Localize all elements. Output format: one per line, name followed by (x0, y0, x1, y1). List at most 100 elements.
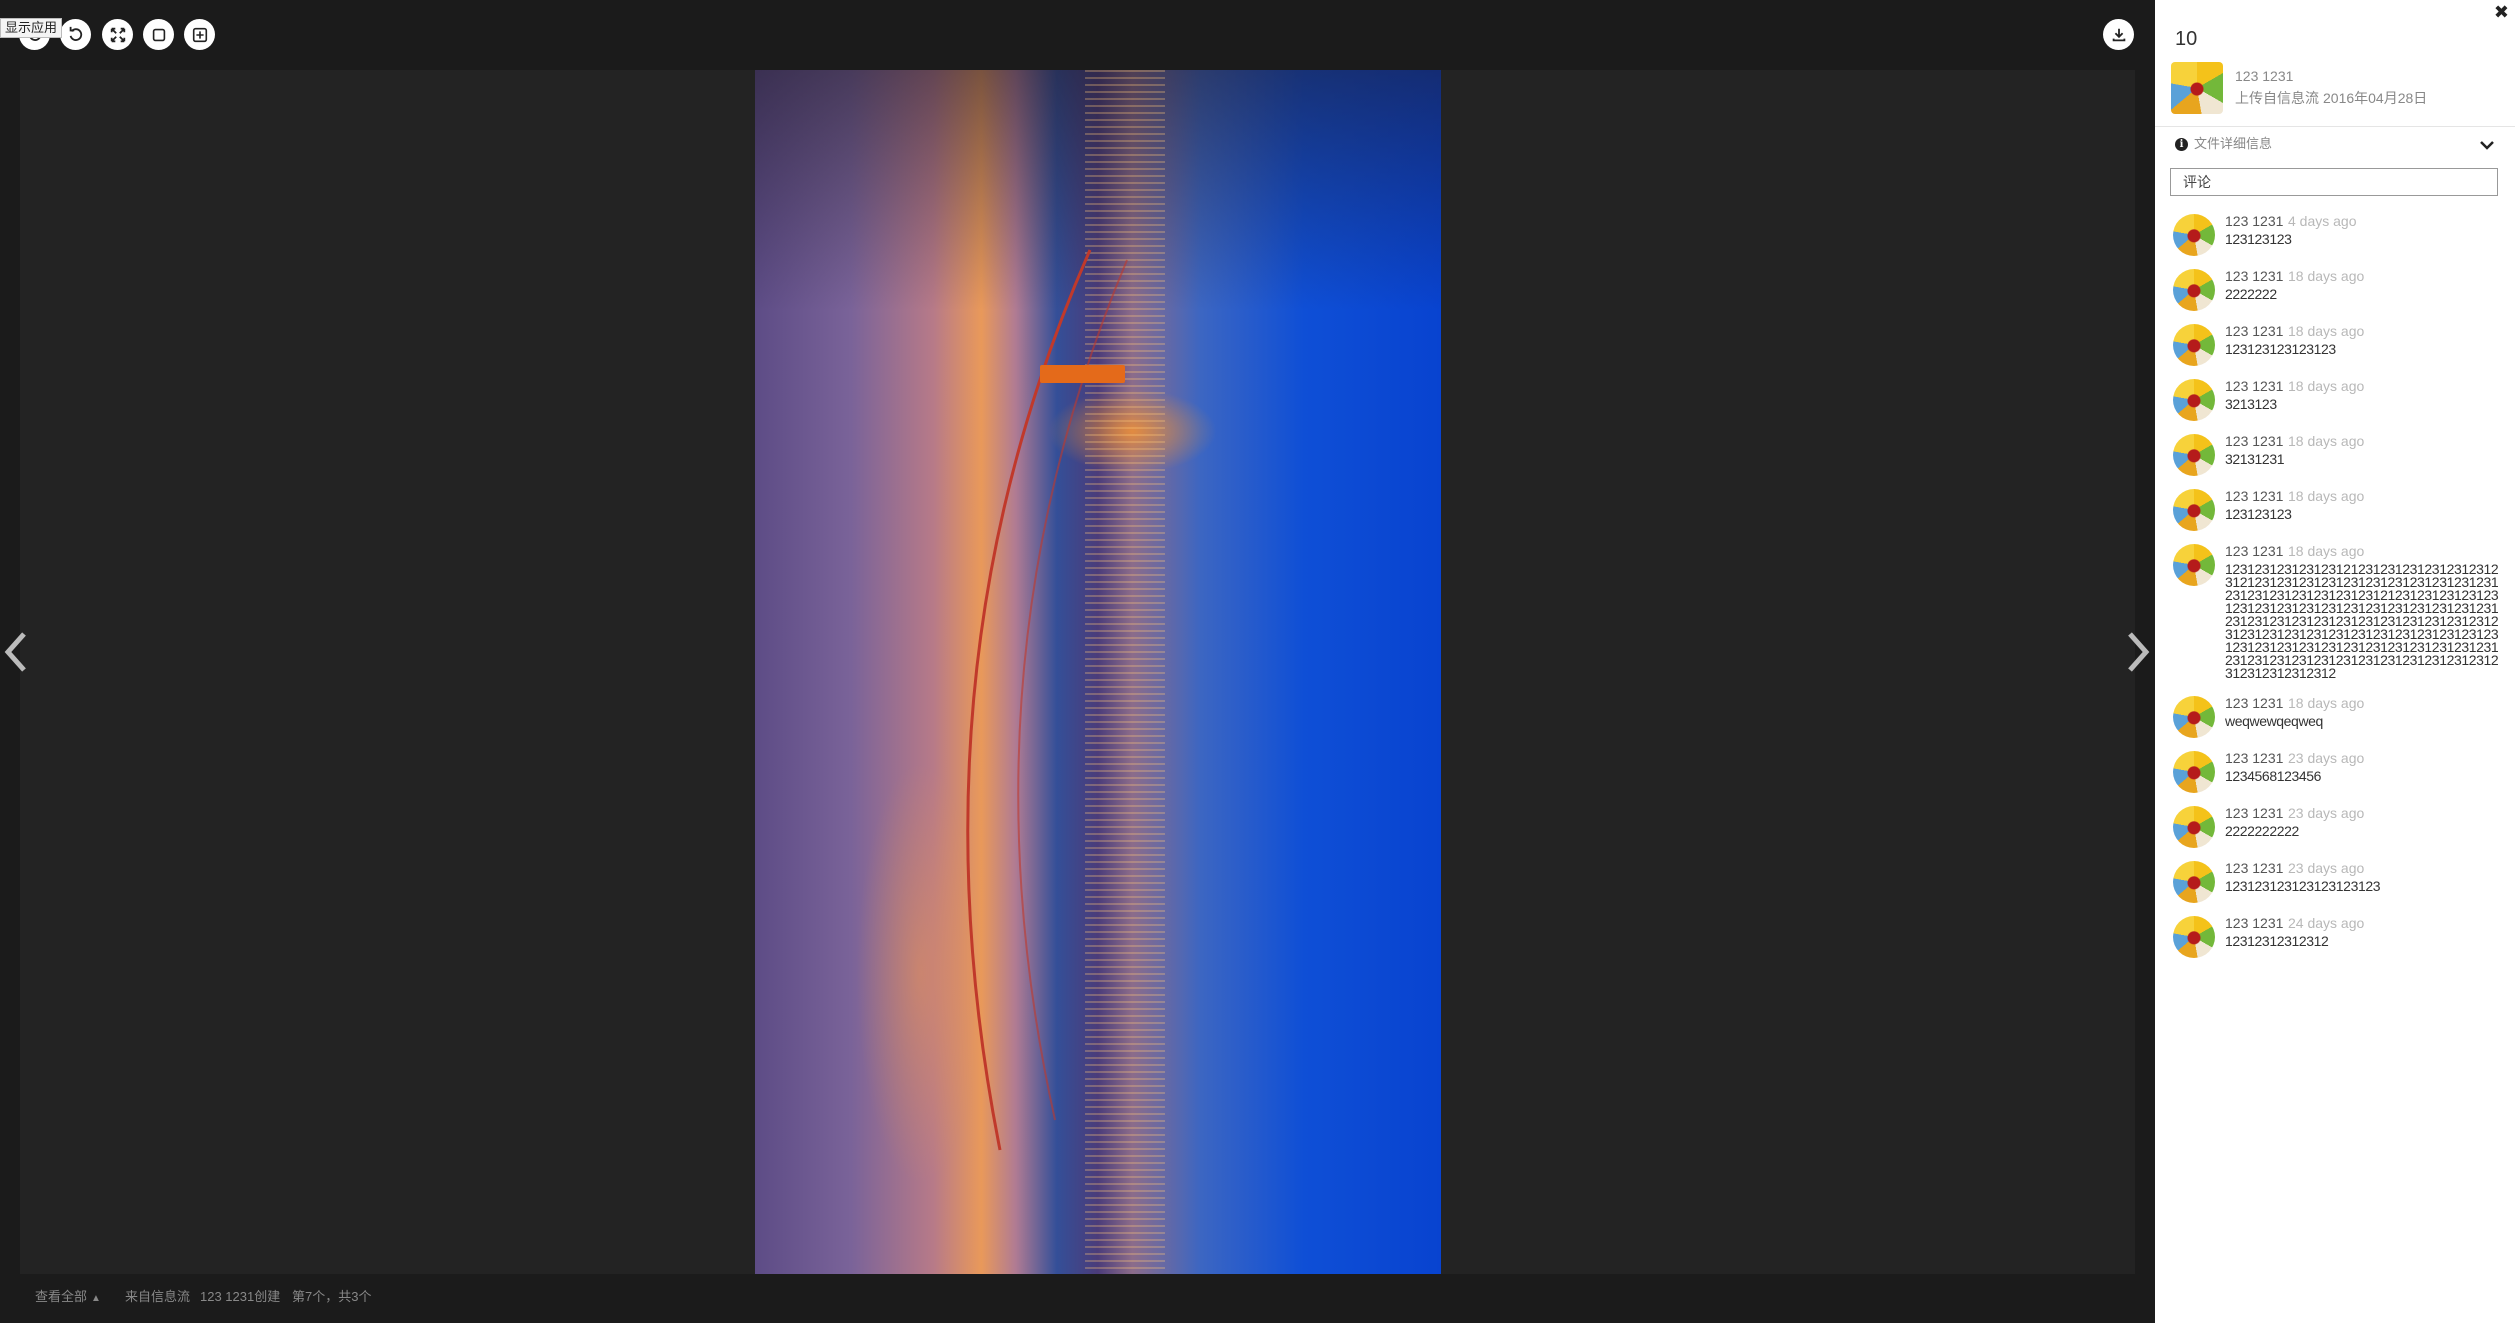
commenter-avatar[interactable] (2173, 379, 2215, 421)
download-icon (2112, 28, 2125, 41)
rotate-icon (69, 26, 82, 41)
commenter-avatar[interactable] (2173, 269, 2215, 311)
divider (2155, 126, 2515, 127)
comment-item: 123 1231 18 days ago weqwewqeqweq (2155, 692, 2515, 747)
comment-item: 123 1231 18 days ago 123123123123123121231… (2155, 540, 2515, 692)
close-icon: ✖ (2493, 2, 2509, 22)
original-size-button[interactable] (143, 19, 174, 50)
comment-text: 12312312312312 (2225, 933, 2329, 949)
commenter-avatar[interactable] (2173, 806, 2215, 848)
commenter-avatar[interactable] (2173, 214, 2215, 256)
square-icon (152, 28, 165, 41)
commenter-avatar[interactable] (2173, 751, 2215, 793)
main-photo[interactable] (755, 70, 1441, 1274)
upload-date: 2016年04月28日 (2323, 90, 2428, 106)
comment-time: 23 days ago (2288, 860, 2365, 876)
commenter-avatar[interactable] (2173, 861, 2215, 903)
commenter-avatar[interactable] (2173, 544, 2215, 586)
image-viewer: 显示应用 查看全部 ▲ 来自信息流 123 1231创建 第7个，共3个 (0, 0, 2155, 1323)
comment-input[interactable] (2170, 168, 2498, 196)
comment-text: 3213123 (2225, 396, 2277, 412)
caret-up-icon: ▲ (91, 1293, 101, 1304)
comment-item: 123 1231 23 days ago 1234568123456 (2155, 747, 2515, 802)
comment-item: 123 1231 18 days ago 123123123 (2155, 485, 2515, 540)
comment-item: 123 1231 23 days ago 123123123123123123123 (2155, 857, 2515, 912)
commenter-name[interactable]: 123 1231 (2225, 805, 2283, 821)
comment-item: 123 1231 4 days ago 123123123 (2155, 210, 2515, 265)
rotate-button[interactable] (60, 19, 91, 50)
image-stage (20, 70, 2135, 1274)
chevron-down-icon[interactable] (2479, 137, 2495, 153)
comment-text: 2222222222 (2225, 823, 2299, 839)
previous-arrow[interactable] (2, 630, 32, 674)
fit-icon (192, 27, 207, 42)
commenter-avatar[interactable] (2173, 489, 2215, 531)
uploader-avatar[interactable] (2171, 62, 2223, 114)
comment-time: 18 days ago (2288, 268, 2365, 284)
comment-text: 32131231 (2225, 451, 2285, 467)
commenter-avatar[interactable] (2173, 696, 2215, 738)
commenter-name[interactable]: 123 1231 (2225, 750, 2283, 766)
position-label: 第7个，共3个 (292, 1289, 372, 1304)
commenter-name[interactable]: 123 1231 (2225, 213, 2283, 229)
viewer-toolbar: 显示应用 (0, 0, 2155, 68)
comment-text: 123123123123123123123 (2225, 878, 2381, 894)
comment-time: 18 days ago (2288, 543, 2365, 559)
commenter-avatar[interactable] (2173, 916, 2215, 958)
comment-text: 123123123123123 (2225, 341, 2336, 357)
fit-screen-button[interactable] (184, 19, 215, 50)
source-label: 来自信息流 (125, 1289, 191, 1304)
comment-time: 23 days ago (2288, 805, 2365, 821)
file-title: 10 (2175, 28, 2198, 50)
bridge-tower (1040, 365, 1125, 383)
comment-item: 123 1231 18 days ago 2222222 (2155, 265, 2515, 320)
fullscreen-button[interactable] (102, 19, 133, 50)
file-details-toggle[interactable]: i 文件详细信息 (2175, 135, 2495, 155)
comment-time: 18 days ago (2288, 378, 2365, 394)
chevron-left-icon (4, 632, 26, 672)
comment-item: 123 1231 24 days ago 12312312312312 (2155, 912, 2515, 967)
comment-item: 123 1231 23 days ago 2222222222 (2155, 802, 2515, 857)
commenter-name[interactable]: 123 1231 (2225, 543, 2283, 559)
commenter-name[interactable]: 123 1231 (2225, 378, 2283, 394)
close-button[interactable]: ✖ (2494, 2, 2509, 23)
comment-time: 4 days ago (2288, 213, 2357, 229)
creator-label: 123 1231创建 (200, 1289, 281, 1304)
comment-item: 123 1231 18 days ago 32131231 (2155, 430, 2515, 485)
commenter-name[interactable]: 123 1231 (2225, 915, 2283, 931)
commenter-name[interactable]: 123 1231 (2225, 695, 2283, 711)
commenter-name[interactable]: 123 1231 (2225, 488, 2283, 504)
commenter-name[interactable]: 123 1231 (2225, 860, 2283, 876)
details-panel: ✖ 10 123 1231 上传自信息流 2016年04月28日 i 文件详细信… (2155, 0, 2515, 1323)
bridge-cable (966, 249, 1128, 1151)
commenter-name[interactable]: 123 1231 (2225, 268, 2283, 284)
expand-icon (110, 27, 125, 42)
tooltip: 显示应用 (0, 18, 63, 38)
uploader-name[interactable]: 123 1231 (2235, 68, 2293, 84)
next-arrow[interactable] (2122, 630, 2152, 674)
file-details-label: 文件详细信息 (2194, 136, 2273, 151)
comment-time: 18 days ago (2288, 323, 2365, 339)
comment-text: weqwewqeqweq (2225, 713, 2323, 729)
commenter-avatar[interactable] (2173, 434, 2215, 476)
chevron-right-icon (2128, 632, 2150, 672)
upload-source: 上传自信息流 (2235, 90, 2319, 106)
download-button[interactable] (2103, 19, 2134, 50)
comment-text: 2222222 (2225, 286, 2277, 302)
comment-text: 1231231231231231212312312312312312312312… (2225, 561, 2499, 681)
comment-time: 23 days ago (2288, 750, 2365, 766)
commenter-avatar[interactable] (2173, 324, 2215, 366)
comment-item: 123 1231 18 days ago 3213123 (2155, 375, 2515, 430)
info-icon: i (2175, 138, 2188, 151)
viewer-footer: 查看全部 ▲ 来自信息流 123 1231创建 第7个，共3个 (0, 1282, 2155, 1312)
comment-text: 1234568123456 (2225, 768, 2322, 784)
commenter-name[interactable]: 123 1231 (2225, 433, 2283, 449)
comment-item: 123 1231 18 days ago 123123123123123 (2155, 320, 2515, 375)
comment-text: 123123123 (2225, 506, 2292, 522)
comment-text: 123123123 (2225, 231, 2292, 247)
comment-time: 18 days ago (2288, 433, 2365, 449)
view-all-link[interactable]: 查看全部 ▲ (35, 1282, 101, 1314)
comment-time: 18 days ago (2288, 488, 2365, 504)
comment-time: 18 days ago (2288, 695, 2365, 711)
commenter-name[interactable]: 123 1231 (2225, 323, 2283, 339)
